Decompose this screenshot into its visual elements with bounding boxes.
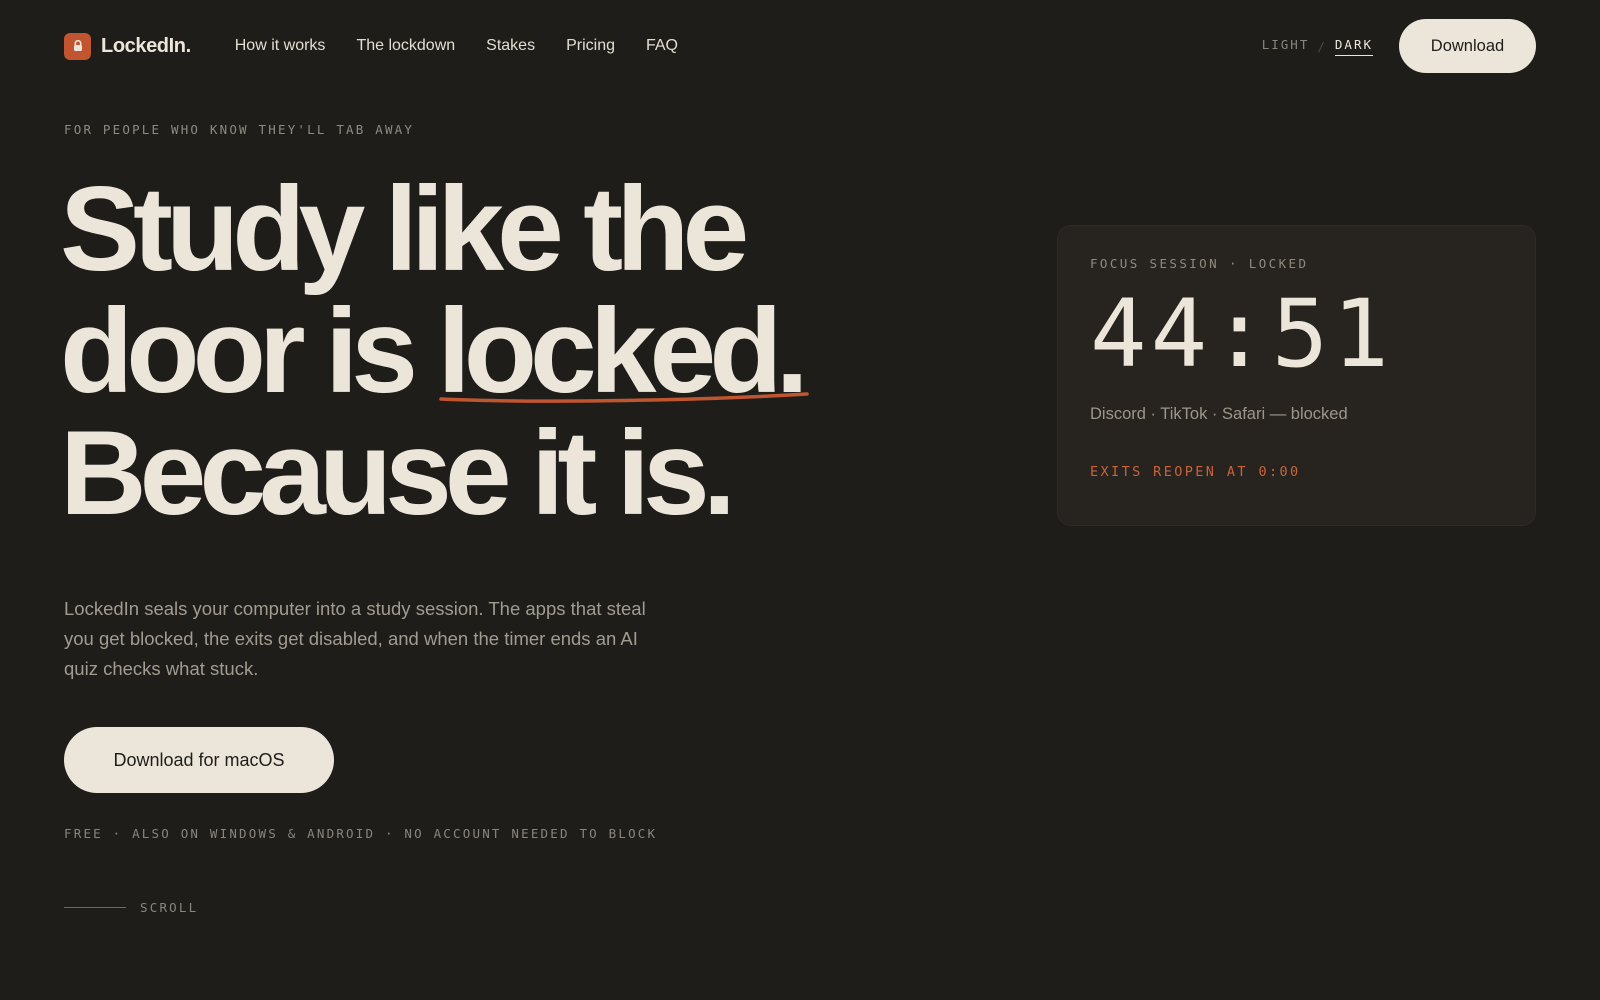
headline-line-1: Study like the [60, 162, 749, 296]
nav-the-lockdown[interactable]: The lockdown [356, 37, 455, 55]
headline-line-2-prefix: door is [60, 284, 438, 418]
nav-pricing[interactable]: Pricing [566, 37, 615, 55]
hero-description: LockedIn seals your computer into a stud… [64, 598, 646, 679]
theme-dark-option[interactable]: DARK [1334, 37, 1373, 56]
theme-separator: / [1317, 38, 1327, 54]
headline-emphasis: locked. [437, 290, 810, 412]
nav-how-it-works[interactable]: How it works [235, 37, 326, 55]
scroll-indicator[interactable]: SCROLL [64, 900, 198, 915]
lock-icon [64, 32, 91, 60]
focus-session-card: FOCUS SESSION · LOCKED 44:51 Discord · T… [1057, 225, 1536, 526]
focus-session-status: FOCUS SESSION · LOCKED [1090, 256, 1309, 271]
hero-headline: Study like the door is locked. Because i… [60, 162, 810, 540]
main-nav: How it works The lockdown Stakes Pricing… [235, 37, 678, 55]
headline-line-2: door is locked. [60, 290, 810, 412]
landing-page: LockedIn. How it works The lockdown Stak… [0, 0, 1600, 1000]
header-actions: LIGHT / DARK Download [1262, 19, 1536, 73]
blocked-apps-list: Discord · TikTok · Safari — blocked [1090, 405, 1348, 423]
logo-link[interactable]: LockedIn. [64, 32, 191, 60]
hero-eyebrow: FOR PEOPLE WHO KNOW THEY'LL TAB AWAY [64, 122, 415, 137]
site-header: LockedIn. How it works The lockdown Stak… [64, 18, 1536, 74]
availability-note: FREE · ALSO ON WINDOWS & ANDROID · NO AC… [64, 826, 658, 841]
theme-toggle: LIGHT / DARK [1262, 37, 1373, 56]
download-macos-button[interactable]: Download for macOS [64, 727, 334, 793]
underline-squiggle [439, 392, 810, 403]
scroll-line [64, 907, 126, 908]
scroll-label: SCROLL [140, 900, 199, 915]
nav-faq[interactable]: FAQ [646, 37, 678, 55]
headline-line-3: Because it is. [60, 406, 736, 540]
exits-reopen-note: EXITS REOPEN AT 0:00 [1090, 464, 1301, 480]
header-download-button[interactable]: Download [1399, 19, 1536, 73]
session-timer: 44:51 [1090, 280, 1393, 389]
nav-stakes[interactable]: Stakes [486, 37, 535, 55]
theme-light-option[interactable]: LIGHT [1262, 37, 1310, 55]
brand-name: LockedIn. [101, 34, 191, 57]
